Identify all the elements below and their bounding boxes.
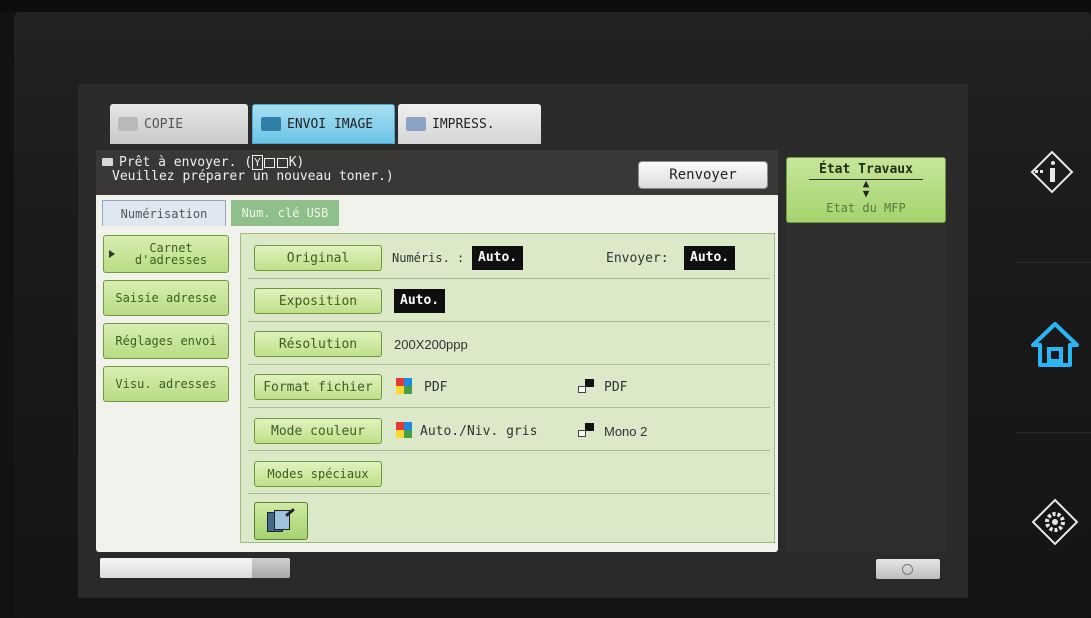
format-mono-value: PDF (604, 380, 628, 395)
scan-send-icon (261, 117, 281, 131)
sidebar-item-send-settings[interactable]: Réglages envoi (103, 323, 229, 359)
sun-icon (902, 564, 913, 575)
scan-value: Auto. (472, 246, 524, 270)
job-status-title: État Travaux (819, 162, 913, 177)
home-icon[interactable] (1030, 320, 1080, 370)
up-down-icon: ▲ ▼ (862, 177, 870, 200)
sidebar-item-label: Carnet d'adresses (134, 241, 208, 267)
color-icon (396, 422, 412, 438)
mono-icon (578, 379, 594, 393)
job-status-button[interactable]: État Travaux ▲ ▼ Etat du MFP (786, 157, 946, 223)
print-icon (406, 117, 426, 131)
right-panel (786, 222, 946, 552)
send-label: Envoyer: (606, 251, 669, 266)
color-mode-color-value: Auto./Niv. gris (420, 424, 538, 439)
toner-tail: K) (288, 155, 305, 170)
resend-button[interactable]: Renvoyer (638, 161, 768, 189)
color-mode-button[interactable]: Mode couleur (254, 418, 382, 444)
tab-label: IMPRESS. (432, 116, 495, 132)
status-line1: Prêt à envoyer. ( (119, 155, 253, 170)
tab-impress[interactable]: IMPRESS. (398, 104, 541, 144)
subtab-numerisation[interactable]: Numérisation (102, 200, 226, 226)
gear-icon[interactable] (1030, 497, 1080, 547)
toner-code: Y (252, 155, 263, 170)
scan-preview-button[interactable] (254, 502, 308, 540)
tab-label: ENVOI IMAGE (287, 116, 374, 132)
scan-label: Numéris. : (392, 251, 465, 265)
sidebar-item-address-entry[interactable]: Saisie adresse (103, 280, 229, 316)
original-button[interactable]: Original (254, 245, 382, 271)
format-color-value: PDF (424, 380, 448, 395)
tab-label: COPIE (144, 116, 184, 132)
resolution-button[interactable]: Résolution (254, 331, 382, 357)
triangle-right-icon (109, 250, 115, 258)
job-status-subtitle: Etat du MFP (826, 201, 906, 215)
tab-copie[interactable]: COPIE (110, 104, 248, 144)
exposure-value: Auto. (394, 289, 446, 313)
file-format-button[interactable]: Format fichier (254, 374, 382, 400)
envelope-icon (102, 158, 113, 166)
color-mode-mono-value: Mono 2 (604, 424, 648, 439)
color-icon (396, 378, 412, 394)
toner-box-icon (276, 157, 288, 168)
exposure-button[interactable]: Exposition (254, 288, 382, 314)
info-icon[interactable] (1030, 150, 1074, 194)
progress-fill (100, 558, 252, 578)
toner-box-icon (263, 157, 275, 168)
resolution-value: 200X200ppp (394, 337, 468, 352)
sidebar-item-address-book[interactable]: Carnet d'adresses (103, 235, 229, 273)
mono-icon (578, 423, 594, 437)
copy-icon (118, 117, 138, 131)
brightness-button[interactable] (876, 559, 940, 579)
subtab-usb-scan[interactable]: Num. clé USB (231, 200, 339, 226)
send-value: Auto. (684, 246, 736, 270)
tab-envoi-image[interactable]: ENVOI IMAGE (252, 104, 395, 144)
sidebar-item-view-addresses[interactable]: Visu. adresses (103, 366, 229, 402)
special-modes-button[interactable]: Modes spéciaux (254, 461, 382, 487)
progress-bar (100, 558, 290, 578)
